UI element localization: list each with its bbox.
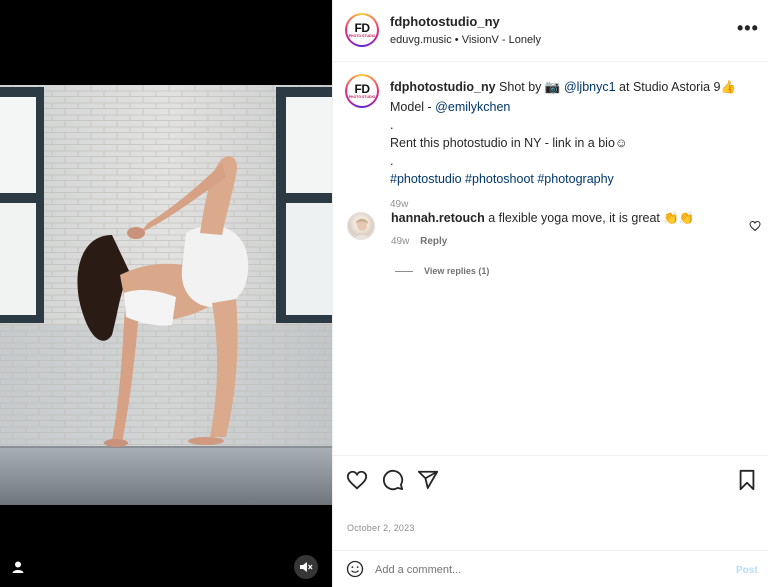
- caption-model-label: Model -: [390, 100, 432, 114]
- heart-icon: [346, 470, 368, 490]
- logo-text: FD: [354, 81, 371, 96]
- comment-input[interactable]: [373, 560, 717, 580]
- post-photo[interactable]: [0, 85, 332, 505]
- commenter-username[interactable]: hannah.retouch: [391, 211, 485, 225]
- post-header: FD PHOTO STUDIO fdphotostudio_ny eduvg.m…: [333, 0, 768, 62]
- post-details-pane: FD PHOTO STUDIO fdphotostudio_ny eduvg.m…: [332, 0, 768, 587]
- logo-subtext: PHOTO STUDIO: [348, 94, 376, 99]
- action-bar: October 2, 2023: [333, 455, 768, 550]
- commenter-avatar[interactable]: [347, 212, 375, 240]
- post-comment-button[interactable]: Post: [736, 565, 758, 576]
- caption-dot: .: [390, 118, 394, 132]
- studio-logo: FD PHOTO STUDIO: [347, 76, 377, 106]
- comment-timestamp[interactable]: 49w: [391, 236, 409, 247]
- caption-line-1b: at Studio Astoria 9👍: [619, 80, 737, 94]
- hashtags[interactable]: #photostudio #photoshoot #photography: [390, 169, 750, 189]
- media-pane: [0, 0, 332, 587]
- audio-info[interactable]: eduvg.music • VisionV - Lonely: [390, 34, 541, 46]
- view-replies-button[interactable]: View replies (1): [424, 266, 489, 276]
- save-button[interactable]: [737, 469, 757, 496]
- emoji-icon: [346, 560, 364, 578]
- add-comment-bar: Post: [333, 550, 768, 587]
- heart-icon: [749, 220, 761, 232]
- emoji-button[interactable]: [346, 560, 364, 583]
- mention-link[interactable]: @emilykchen: [435, 100, 510, 114]
- avatar[interactable]: FD PHOTO STUDIO: [345, 13, 379, 47]
- like-comment-button[interactable]: [749, 219, 761, 237]
- replies-divider: [395, 271, 413, 272]
- comment-meta: 49w Reply: [391, 236, 447, 247]
- profile-photo: [353, 218, 371, 239]
- tagged-users-button[interactable]: [6, 555, 30, 579]
- studio-logo: FD PHOTO STUDIO: [347, 15, 377, 45]
- post-date[interactable]: October 2, 2023: [347, 523, 415, 533]
- logo-subtext: PHOTO STUDIO: [348, 33, 376, 38]
- comment-body: a flexible yoga move, it is great 👏👏: [488, 211, 695, 225]
- bookmark-icon: [739, 469, 755, 491]
- caption-text: fdphotostudio_ny Shot by 📷 @ljbnyc1 at S…: [390, 77, 750, 215]
- like-button[interactable]: [346, 469, 368, 496]
- share-icon: [417, 470, 439, 489]
- caption-rent-line: Rent this photostudio in NY - link in a …: [390, 136, 628, 150]
- speaker-muted-icon: [300, 562, 313, 572]
- author-username[interactable]: fdphotostudio_ny: [390, 14, 500, 29]
- logo-text: FD: [354, 20, 371, 35]
- caption-line-1: Shot by 📷: [499, 80, 561, 94]
- comment-icon: [382, 469, 404, 491]
- caption-dot: .: [390, 154, 394, 168]
- comment-button[interactable]: [382, 469, 404, 496]
- more-options-button[interactable]: •••: [737, 18, 759, 39]
- comment-text: hannah.retouch a flexible yoga move, it …: [391, 211, 741, 226]
- caption-username[interactable]: fdphotostudio_ny: [390, 80, 496, 94]
- user-icon: [12, 561, 24, 573]
- reply-button[interactable]: Reply: [420, 236, 447, 247]
- caption-avatar[interactable]: FD PHOTO STUDIO: [345, 74, 379, 108]
- mention-link[interactable]: @ljbnyc1: [564, 80, 616, 94]
- share-button[interactable]: [417, 469, 439, 496]
- mute-button[interactable]: [294, 555, 318, 579]
